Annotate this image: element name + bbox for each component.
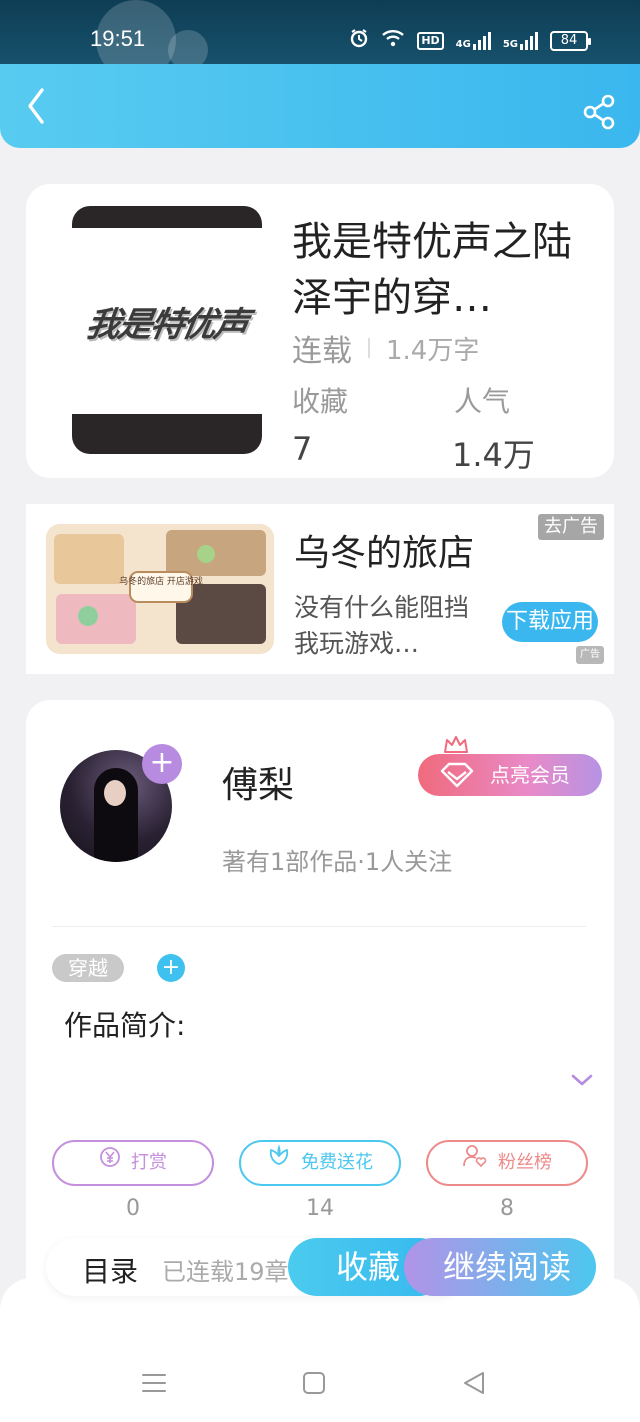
status-icons: HD 4G 5G 84 <box>349 28 591 54</box>
tip-count: 0 <box>126 1196 140 1221</box>
fan-count: 8 <box>500 1196 514 1221</box>
system-nav-bar <box>0 1278 640 1422</box>
vip-membership-button[interactable]: 点亮会员 <box>418 754 602 796</box>
divider <box>52 926 586 927</box>
ad-banner[interactable]: 乌冬的旅店 开店游戏 乌冬的旅店 没有什么能阻挡我玩游戏… 去广告 下载应用 广… <box>26 504 614 674</box>
intro-label: 作品简介: <box>64 1009 186 1042</box>
download-app-button[interactable]: 下载应用 <box>501 602 598 642</box>
ad-image-text: 乌冬的旅店 开店游戏 <box>119 575 203 587</box>
ad-tag: 广告 <box>576 646 604 664</box>
flower-count: 14 <box>306 1196 334 1221</box>
stat-value-favorites: 7 <box>292 430 313 468</box>
share-icon <box>583 94 615 130</box>
fan-ranking-button[interactable]: 粉丝榜 <box>426 1140 588 1186</box>
chevron-down-icon[interactable] <box>570 1072 594 1088</box>
book-title: 我是特优声之陆泽宇的穿… <box>292 219 572 321</box>
toc-chapter-count: 已连载19章 <box>162 1258 289 1286</box>
yen-icon <box>99 1142 121 1184</box>
alarm-icon <box>349 28 369 54</box>
author-name: 傅梨 <box>222 765 295 806</box>
stat-value-popularity: 1.4万 <box>452 436 535 474</box>
book-meta: 连载 1.4万字 <box>292 326 479 370</box>
book-cover[interactable]: 我是特优声 <box>72 206 262 454</box>
header <box>0 64 640 148</box>
continue-reading-button[interactable]: 继续阅读 <box>404 1238 596 1296</box>
battery-icon: 84 <box>550 31 591 51</box>
author-subtitle: 著有1部作品·1人关注 <box>222 848 453 876</box>
menu-icon[interactable] <box>137 1366 171 1400</box>
avatar-face <box>104 780 126 806</box>
send-flower-label: 免费送花 <box>301 1152 373 1173</box>
signal-5g-icon: 5G <box>503 32 538 50</box>
flower-icon <box>267 1142 291 1184</box>
ad-image[interactable]: 乌冬的旅店 开店游戏 <box>46 524 274 654</box>
meta-separator <box>368 338 370 358</box>
add-tag-button[interactable]: + <box>157 954 185 982</box>
cover-logo-text: 我是特优声 <box>82 304 250 345</box>
book-info-card: 我是特优声 我是特优声之陆泽宇的穿… 连载 1.4万字 收藏 7 人气 1.4万 <box>26 184 614 478</box>
chevron-left-icon <box>28 88 44 124</box>
remove-ad-button[interactable]: 去广告 <box>538 514 604 540</box>
status-time: 19:51 <box>90 26 146 51</box>
ad-description: 没有什么能阻挡我玩游戏… <box>294 593 470 658</box>
fan-icon <box>462 1142 488 1184</box>
share-button[interactable] <box>582 94 622 134</box>
author-card: + 傅梨 著有1部作品·1人关注 点亮会员 穿越 + 作品简介: 打赏 免费送花… <box>26 700 614 1320</box>
fan-ranking-label: 粉丝榜 <box>498 1152 552 1173</box>
ad-title: 乌冬的旅店 <box>294 533 475 574</box>
back-triangle-icon[interactable] <box>457 1366 491 1400</box>
status-bar: 19:51 HD 4G 5G 84 <box>0 0 640 80</box>
ad-game-artwork: 乌冬的旅店 开店游戏 <box>46 524 274 654</box>
diamond-icon <box>440 762 474 788</box>
back-button[interactable] <box>18 86 58 126</box>
tip-label: 打赏 <box>131 1152 167 1173</box>
cover-image: 我是特优声 <box>72 228 262 414</box>
follow-author-button[interactable]: + <box>142 744 182 784</box>
signal-4g-icon: 4G <box>456 32 491 50</box>
book-word-count: 1.4万字 <box>386 335 480 366</box>
wifi-icon <box>381 29 405 53</box>
send-flower-button[interactable]: 免费送花 <box>239 1140 401 1186</box>
toc-label: 目录 <box>82 1255 139 1288</box>
genre-tag[interactable]: 穿越 <box>52 954 124 982</box>
home-square-icon[interactable] <box>297 1366 331 1400</box>
vip-label: 点亮会员 <box>490 763 570 787</box>
crown-icon <box>444 736 468 753</box>
stat-label-favorites: 收藏 <box>292 385 349 418</box>
tip-button[interactable]: 打赏 <box>52 1140 214 1186</box>
book-status: 连载 <box>292 334 352 369</box>
stat-label-popularity: 人气 <box>454 385 511 418</box>
hd-voice-icon: HD <box>417 32 444 50</box>
